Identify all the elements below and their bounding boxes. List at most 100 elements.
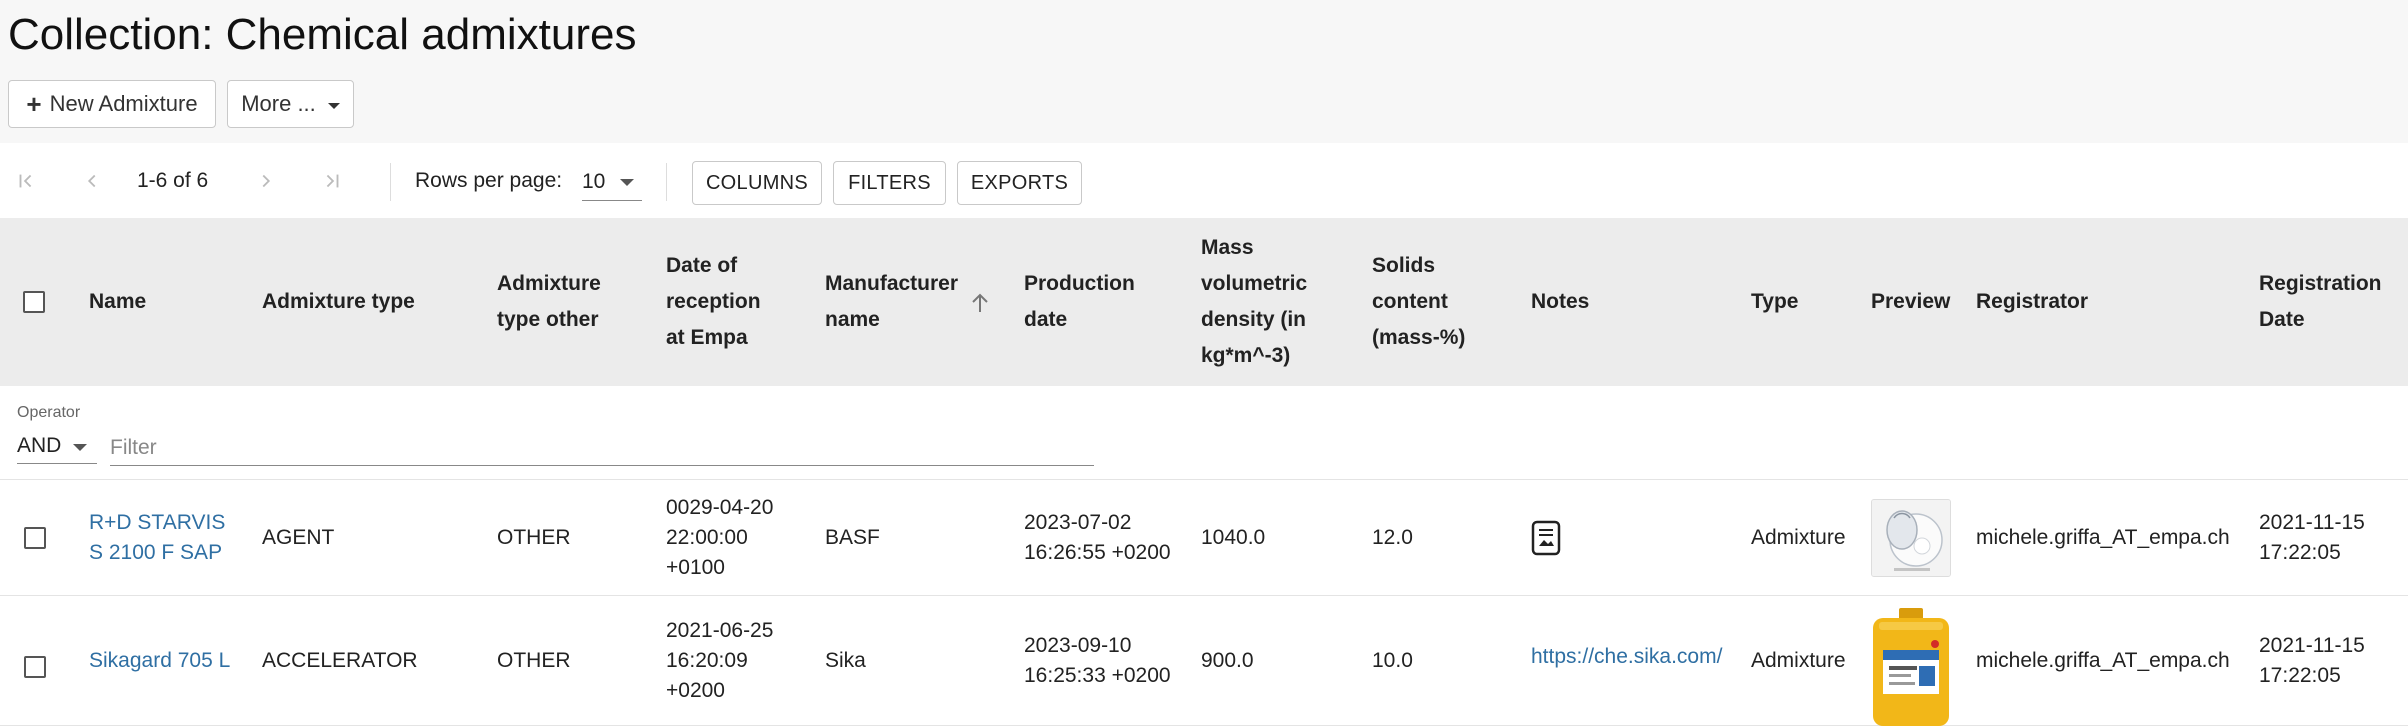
cell-notes: https://che.sika.com/ xyxy=(1531,596,1722,725)
cell-date-of-reception: 0029-04-20 22:00:00 +0100 xyxy=(666,480,773,595)
header-admixture-type-other[interactable]: Admixture type other xyxy=(497,218,601,386)
cell-registration-date: 2021-11-15 17:22:05 xyxy=(2259,480,2365,595)
date-line: 2023-07-02 xyxy=(1024,510,1132,534)
header-line: volumetric xyxy=(1201,272,1308,295)
plus-icon: + xyxy=(26,89,42,119)
collection-header: Collection: Chemical admixtures + New Ad… xyxy=(0,0,2408,143)
row-checkbox[interactable] xyxy=(24,527,46,549)
header-line: Solids xyxy=(1372,254,1436,277)
header-line: (mass-%) xyxy=(1372,326,1466,349)
toolbar-divider xyxy=(390,163,391,201)
dropdown-arrow-icon xyxy=(73,444,87,451)
cell-solids-content: 12.0 xyxy=(1372,525,1413,549)
more-button[interactable]: More ... xyxy=(227,80,354,128)
filter-input[interactable] xyxy=(110,430,1094,466)
preview-thumbnail[interactable] xyxy=(1871,499,1951,577)
date-line: 2021-06-25 xyxy=(666,618,774,642)
header-date-of-reception[interactable]: Date of reception at Empa xyxy=(666,218,761,386)
first-page-icon[interactable] xyxy=(6,143,46,218)
header-line: at Empa xyxy=(666,326,748,349)
cell-date-of-reception: 2021-06-25 16:20:09 +0200 xyxy=(666,596,773,725)
header-line: Registration xyxy=(2259,272,2382,295)
header-line: density (in xyxy=(1201,308,1307,331)
date-line: 17:22:05 xyxy=(2259,663,2341,687)
header-production-date[interactable]: Production date xyxy=(1024,218,1135,386)
cell-name: R+D STARVIS S 2100 F SAP xyxy=(89,480,225,595)
exports-button[interactable]: EXPORTS xyxy=(957,161,1082,205)
cell-name: Sikagard 705 L xyxy=(89,596,230,725)
header-type[interactable]: Type xyxy=(1751,218,1798,386)
date-line: 16:26:55 +0200 xyxy=(1024,540,1171,564)
table-toolbar: 1-6 of 6 Rows per page: 10 COLUMNS FILTE… xyxy=(0,143,2408,218)
operator-select[interactable]: AND xyxy=(17,428,97,464)
dropdown-arrow-icon xyxy=(620,179,634,186)
sort-ascending-icon[interactable] xyxy=(970,292,990,314)
cell-admixture-type-other: OTHER xyxy=(497,648,571,672)
page-range: 1-6 of 6 xyxy=(137,168,209,192)
cell-manufacturer-name: Sika xyxy=(825,648,866,672)
filters-button[interactable]: FILTERS xyxy=(833,161,946,205)
table-row[interactable]: R+D STARVIS S 2100 F SAP AGENT OTHER 0029… xyxy=(0,480,2408,596)
filter-row: Operator AND xyxy=(0,386,2408,480)
new-admixture-label: New Admixture xyxy=(49,91,198,116)
header-line: Admixture xyxy=(497,272,601,295)
header-line: name xyxy=(825,308,880,331)
toolbar-divider xyxy=(666,163,667,201)
document-icon[interactable] xyxy=(1531,520,1561,556)
previous-page-icon[interactable] xyxy=(72,143,112,218)
header-registration-date[interactable]: Registration Date xyxy=(2259,218,2382,386)
preview-thumbnail[interactable] xyxy=(1871,608,1951,726)
header-manufacturer-name[interactable]: Manufacturer name xyxy=(825,218,958,386)
cell-type: Admixture xyxy=(1751,525,1846,549)
cell-registrator: michele.griffa_AT_empa.ch xyxy=(1976,648,2230,672)
date-line: 2021-11-15 xyxy=(2259,633,2365,657)
header-preview[interactable]: Preview xyxy=(1871,218,1950,386)
admixture-name-link[interactable]: R+D STARVIS S 2100 F SAP xyxy=(89,508,225,568)
header-line: Mass xyxy=(1201,236,1254,259)
cell-production-date: 2023-09-10 16:25:33 +0200 xyxy=(1024,596,1171,725)
select-all-checkbox[interactable] xyxy=(23,291,45,313)
more-label: More ... xyxy=(241,91,316,116)
page-title: Collection: Chemical admixtures xyxy=(8,10,637,59)
date-line: +0100 xyxy=(666,555,725,579)
date-line: 0029-04-20 xyxy=(666,495,774,519)
cell-manufacturer-name: BASF xyxy=(825,525,880,549)
cell-admixture-type-other: OTHER xyxy=(497,525,571,549)
admixture-name-link[interactable]: Sikagard 705 L xyxy=(89,646,230,676)
powder-bag-image xyxy=(1872,500,1950,576)
name-line: S 2100 F SAP xyxy=(89,540,223,564)
cell-notes xyxy=(1531,480,1561,595)
rows-per-page-select[interactable]: 10 xyxy=(582,163,642,201)
header-mass-density[interactable]: Mass volumetric density (in kg*m^-3) xyxy=(1201,218,1307,386)
header-line: reception xyxy=(666,290,761,313)
next-page-icon[interactable] xyxy=(246,143,286,218)
columns-button[interactable]: COLUMNS xyxy=(692,161,822,205)
table-row[interactable]: Sikagard 705 L ACCELERATOR OTHER 2021-06… xyxy=(0,596,2408,726)
cell-production-date: 2023-07-02 16:26:55 +0200 xyxy=(1024,480,1171,595)
new-admixture-button[interactable]: + New Admixture xyxy=(8,80,216,128)
cell-mass-density: 1040.0 xyxy=(1201,525,1266,549)
header-notes[interactable]: Notes xyxy=(1531,218,1589,386)
date-line: 17:22:05 xyxy=(2259,540,2341,564)
header-line: content xyxy=(1372,290,1448,313)
date-line: 16:25:33 +0200 xyxy=(1024,663,1171,687)
header-line: Date of xyxy=(666,254,738,277)
row-checkbox[interactable] xyxy=(24,656,46,678)
header-registrator[interactable]: Registrator xyxy=(1976,218,2088,386)
header-line: Manufacturer xyxy=(825,272,959,295)
operator-label: Operator xyxy=(17,404,81,421)
date-line: +0200 xyxy=(666,678,725,702)
rows-per-page-value: 10 xyxy=(582,169,606,193)
notes-link[interactable]: https://che.sika.com/ xyxy=(1531,642,1722,672)
header-solids-content[interactable]: Solids content (mass-%) xyxy=(1372,218,1465,386)
name-line: R+D STARVIS xyxy=(89,510,226,534)
header-line: Date xyxy=(2259,308,2305,331)
header-line: type other xyxy=(497,308,599,331)
last-page-icon[interactable] xyxy=(312,143,352,218)
header-line: kg*m^-3) xyxy=(1201,344,1291,367)
cell-solids-content: 10.0 xyxy=(1372,648,1413,672)
header-admixture-type[interactable]: Admixture type xyxy=(262,218,415,386)
header-line: Production xyxy=(1024,272,1135,295)
header-name[interactable]: Name xyxy=(89,218,146,386)
date-line: 22:00:00 xyxy=(666,525,748,549)
